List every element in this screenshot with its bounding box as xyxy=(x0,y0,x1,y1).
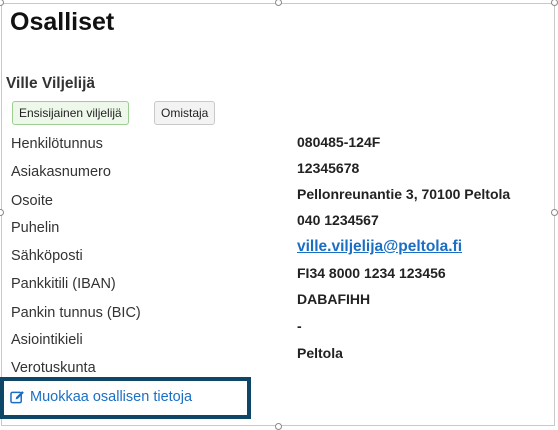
label-bic: Pankin tunnus (BIC) xyxy=(11,305,141,321)
value-customer-number: 12345678 xyxy=(297,160,360,176)
value-email: ville.viljelija@peltola.fi xyxy=(297,238,462,256)
label-language: Asiointikieli xyxy=(11,332,83,348)
label-address: Osoite xyxy=(11,193,53,209)
badge-primary-farmer: Ensisijainen viljelijä xyxy=(12,101,129,125)
label-iban: Pankkitili (IBAN) xyxy=(11,276,116,292)
person-name: Ville Viljelijä xyxy=(6,75,96,92)
value-bic: DABAFIHH xyxy=(297,291,371,307)
edit-icon xyxy=(10,391,24,404)
resize-handle-top-right[interactable] xyxy=(551,0,558,6)
edit-participant-label: Muokkaa osallisen tietoja xyxy=(30,389,193,405)
label-email: Sähköposti xyxy=(11,248,83,264)
label-customer-number: Asiakasnumero xyxy=(11,164,111,180)
badge-owner: Omistaja xyxy=(154,101,216,125)
value-personal-id: 080485-124F xyxy=(297,134,381,150)
edit-participant-link[interactable]: Muokkaa osallisen tietoja xyxy=(10,389,192,405)
label-municipality: Verotuskunta xyxy=(11,360,96,376)
value-municipality: Peltola xyxy=(297,345,343,361)
resize-handle-middle-right[interactable] xyxy=(551,209,558,216)
label-phone: Puhelin xyxy=(11,220,60,236)
value-language: - xyxy=(297,318,302,334)
section-title: Osalliset xyxy=(10,8,115,36)
value-iban: FI34 8000 1234 123456 xyxy=(297,265,446,281)
label-personal-id: Henkilötunnus xyxy=(11,136,103,152)
resize-handle-bottom-center[interactable] xyxy=(275,423,282,430)
email-link[interactable]: ville.viljelija@peltola.fi xyxy=(297,238,462,255)
value-address: Pellonreunantie 3, 70100 Peltola xyxy=(297,186,511,202)
value-phone: 040 1234567 xyxy=(297,212,379,228)
